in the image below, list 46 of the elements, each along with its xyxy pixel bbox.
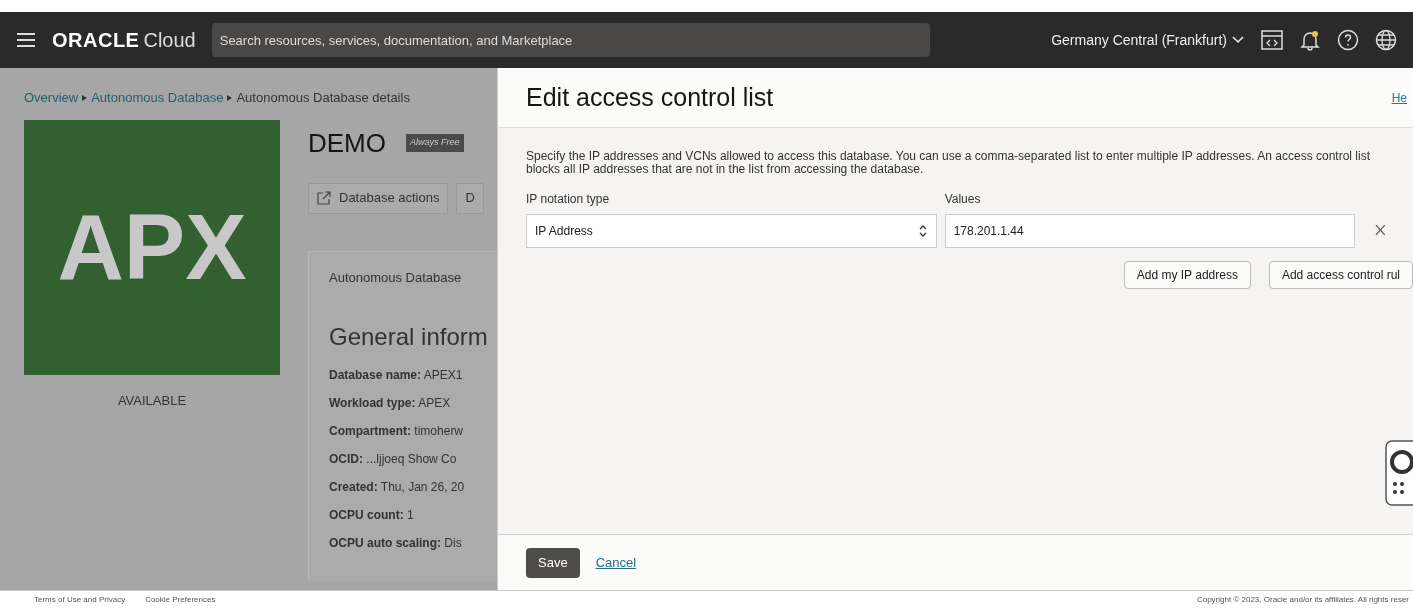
close-icon[interactable] bbox=[1375, 224, 1385, 236]
always-free-badge: Always Free bbox=[406, 134, 464, 152]
help-link[interactable]: He bbox=[1391, 88, 1407, 107]
panel-title: Edit access control list bbox=[526, 81, 774, 113]
status-label: AVAILABLE bbox=[117, 391, 187, 410]
detail-row-text: Database name: APEX1 bbox=[329, 367, 464, 383]
section-title: General inform bbox=[329, 322, 489, 352]
region-selector[interactable]: Germany Central (Frankfurt) bbox=[1051, 29, 1245, 51]
breadcrumb-current: Autonomous Database details bbox=[236, 89, 410, 107]
chevron-up-down-icon bbox=[917, 224, 928, 238]
detail-row-text: OCPU count: 1 bbox=[329, 507, 415, 523]
search-field[interactable]: Search resources, services, documentation, and Marketplace bbox=[211, 23, 930, 57]
detail-row-text: OCID: ...ljjoeq Show Co bbox=[329, 451, 458, 467]
chevron-down-icon bbox=[1231, 35, 1245, 45]
help-icon[interactable] bbox=[1337, 29, 1359, 51]
copyright-text: Copyright © 2023, Oracle and/or its affiliates. All rights reser bbox=[1196, 593, 1409, 606]
description-text: Specify the IP addresses and VCNs allowed to access this database. You can use a comma-separated list to enter multiple IP addresses. An access control list blocks all IP addresses that are not in the list from accessing the database. bbox=[526, 150, 1371, 176]
values-field[interactable]: 178.201.1.44 bbox=[944, 214, 1356, 248]
footer-link[interactable]: Cookie Preferences bbox=[145, 593, 216, 606]
card-tab[interactable]: Autonomous Database bbox=[329, 267, 497, 287]
breadcrumb-separator-icon bbox=[82, 94, 88, 101]
breadcrumb-separator-icon bbox=[227, 94, 233, 101]
globe-icon[interactable] bbox=[1375, 29, 1397, 51]
cancel-link[interactable]: Cancel bbox=[595, 552, 637, 573]
tile-label: APX bbox=[57, 195, 247, 300]
brand-logo[interactable]: ORACLE bbox=[52, 25, 140, 55]
support-widget-icon[interactable] bbox=[1385, 440, 1413, 506]
code-window-icon[interactable] bbox=[1261, 29, 1283, 51]
database-name: DEMO bbox=[308, 126, 386, 160]
detail-row-text: Compartment: timoherw bbox=[329, 423, 465, 439]
external-link-icon bbox=[317, 191, 331, 205]
add-button[interactable]: Add access control rul bbox=[1268, 261, 1413, 289]
footer-link[interactable]: Terms of Use and Privacy bbox=[34, 593, 126, 606]
menu-icon[interactable] bbox=[16, 32, 36, 48]
action-button[interactable]: Database actions bbox=[308, 182, 449, 214]
brand-product: Cloud bbox=[143, 28, 196, 53]
add-button[interactable]: Add my IP address bbox=[1123, 261, 1251, 289]
notification-bell-icon[interactable] bbox=[1299, 29, 1321, 51]
detail-row-text: Workload type: APEX bbox=[329, 395, 452, 411]
field-label: Values bbox=[944, 191, 982, 208]
detail-row-text: OCPU auto scaling: Dis bbox=[329, 535, 463, 551]
notation-select[interactable]: IP Address bbox=[526, 214, 937, 248]
field-label: IP notation type bbox=[526, 191, 611, 208]
action-button[interactable]: D bbox=[456, 182, 484, 214]
save-button[interactable]: Save bbox=[526, 547, 580, 578]
detail-row-text: Created: Thu, Jan 26, 20 bbox=[329, 479, 466, 495]
